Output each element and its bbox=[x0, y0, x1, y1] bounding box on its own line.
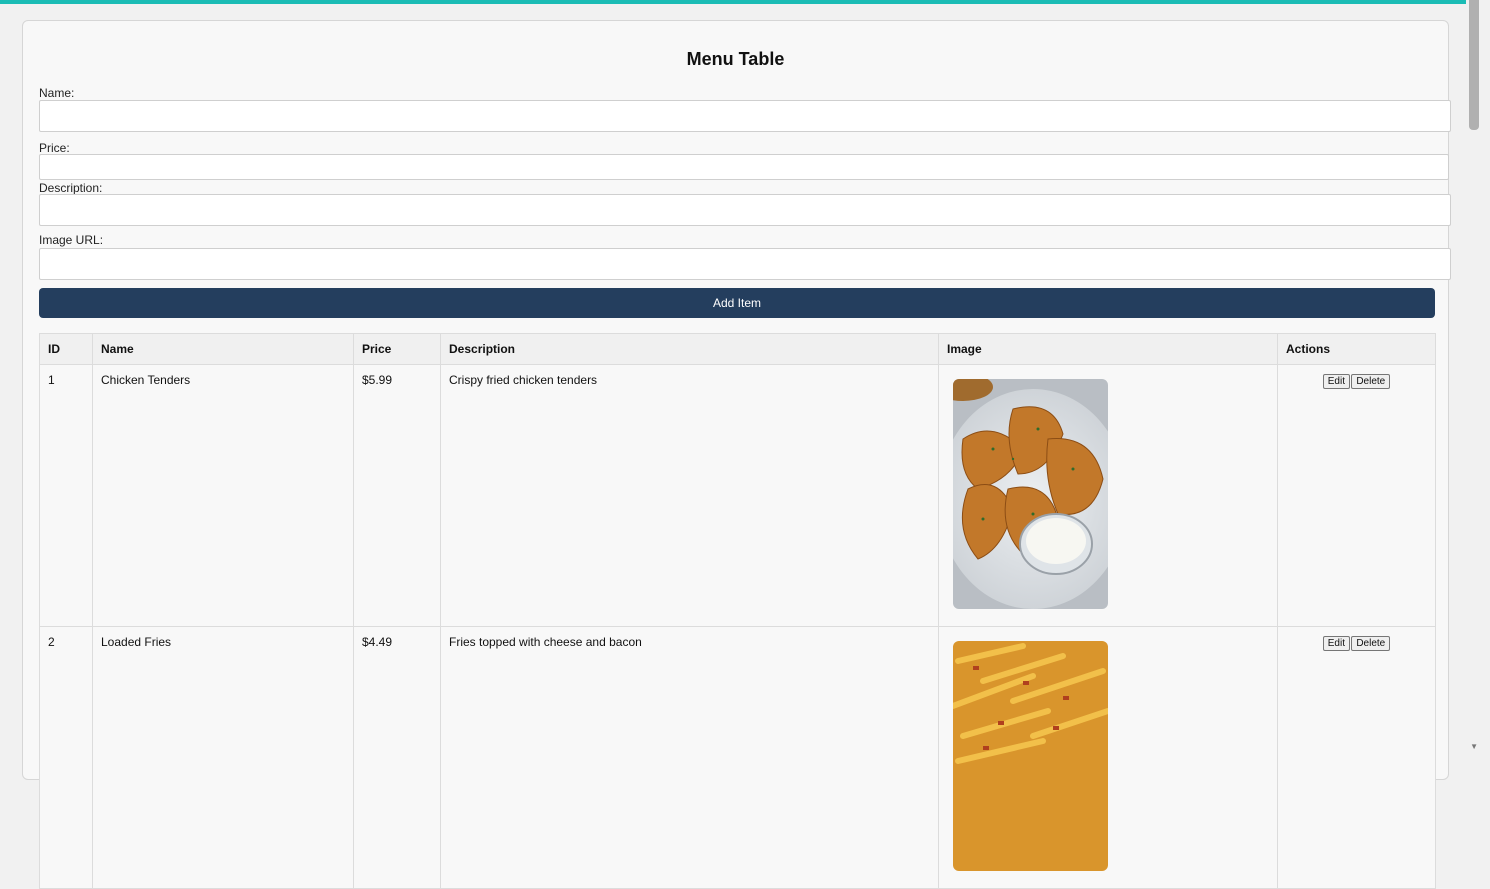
header-description: Description bbox=[440, 333, 939, 365]
price-label: Price: bbox=[39, 141, 70, 155]
scrollbar-thumb[interactable] bbox=[1469, 0, 1479, 130]
loaded-fries-image bbox=[953, 641, 1108, 871]
delete-button[interactable]: Delete bbox=[1351, 374, 1391, 389]
image-url-label: Image URL: bbox=[39, 233, 104, 247]
cell-name: Loaded Fries bbox=[92, 626, 354, 889]
header-image: Image bbox=[938, 333, 1278, 365]
menu-table: ID Name Price Description Image Actions … bbox=[39, 333, 1436, 889]
cell-actions: Edit Delete bbox=[1277, 364, 1436, 627]
table-row: 1 Chicken Tenders $5.99 Crispy fried chi… bbox=[39, 364, 1436, 627]
page-title: Menu Table bbox=[686, 49, 785, 69]
cell-description: Crispy fried chicken tenders bbox=[440, 364, 939, 627]
cell-image bbox=[938, 626, 1278, 889]
cell-name: Chicken Tenders bbox=[92, 364, 354, 627]
edit-button[interactable]: Edit bbox=[1322, 636, 1350, 651]
delete-button[interactable]: Delete bbox=[1351, 636, 1391, 651]
description-input[interactable] bbox=[39, 194, 1451, 226]
header-id: ID bbox=[39, 333, 93, 365]
cell-actions: Edit Delete bbox=[1277, 626, 1436, 889]
name-label: Name: bbox=[39, 86, 75, 100]
header-name: Name bbox=[92, 333, 354, 365]
edit-button[interactable]: Edit bbox=[1322, 374, 1350, 389]
add-item-button[interactable]: Add Item bbox=[39, 288, 1435, 318]
cell-price: $4.49 bbox=[353, 626, 441, 889]
name-input[interactable] bbox=[39, 100, 1451, 132]
price-input[interactable] bbox=[39, 154, 1449, 180]
cell-id: 2 bbox=[39, 626, 93, 889]
image-url-input[interactable] bbox=[39, 248, 1451, 280]
cell-description: Fries topped with cheese and bacon bbox=[440, 626, 939, 889]
description-label: Description: bbox=[39, 181, 103, 195]
cell-id: 1 bbox=[39, 364, 93, 627]
scroll-down-arrow-icon[interactable]: ▼ bbox=[1470, 743, 1478, 751]
menu-card: Menu Table Name: Price: Description: Ima… bbox=[22, 20, 1451, 889]
table-row: 2 Loaded Fries $4.49 Fries topped with c… bbox=[39, 626, 1436, 889]
chicken-tenders-image bbox=[953, 379, 1108, 609]
header-actions: Actions bbox=[1277, 333, 1436, 365]
header-price: Price bbox=[353, 333, 441, 365]
top-accent-bar bbox=[0, 0, 1466, 4]
cell-image bbox=[938, 364, 1278, 627]
table-header-row: ID Name Price Description Image Actions bbox=[39, 333, 1436, 365]
cell-price: $5.99 bbox=[353, 364, 441, 627]
page-scrollbar[interactable]: ▼ bbox=[1466, 0, 1490, 755]
